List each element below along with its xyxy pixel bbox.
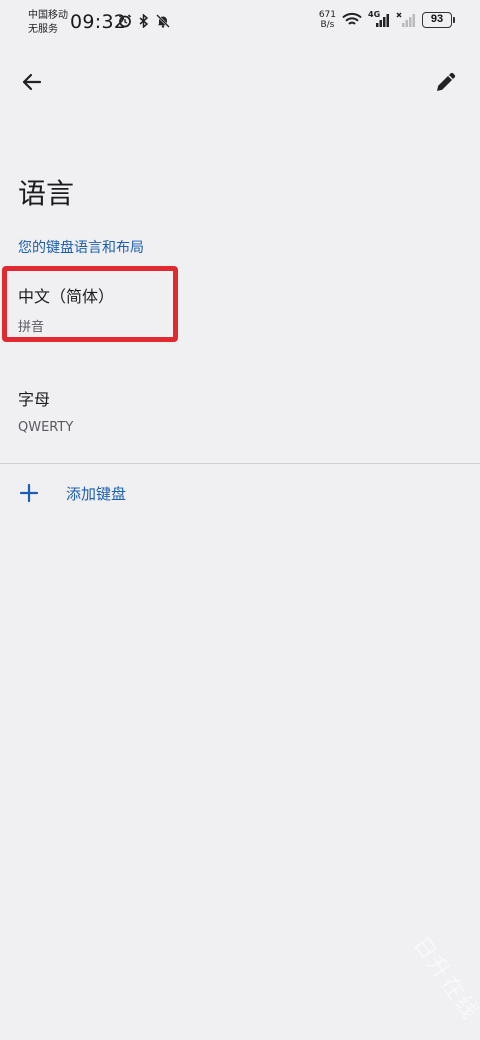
- add-keyboard-button[interactable]: 添加键盘: [0, 470, 480, 516]
- carrier-info: 中国移动 无服务: [28, 9, 68, 37]
- status-icons-left: [118, 14, 170, 28]
- carrier-service-status: 无服务: [28, 24, 58, 35]
- wifi-icon: [342, 12, 362, 25]
- network-speed-value: 671: [318, 10, 336, 20]
- keyboard-item-chinese[interactable]: 中文（简体） 拼音: [0, 268, 480, 354]
- no-signal-icon: [396, 12, 415, 27]
- watermark: 日升在线: [407, 932, 480, 1026]
- network-type-label: 4G: [368, 10, 381, 19]
- divider: [0, 463, 480, 464]
- pencil-icon: [437, 72, 456, 91]
- carrier-name: 中国移动: [28, 10, 68, 21]
- plus-icon: [19, 483, 39, 503]
- bell-off-icon: [156, 14, 170, 28]
- bluetooth-icon: [139, 14, 149, 28]
- battery-indicator: 93: [422, 12, 455, 28]
- network-speed-unit: B/s: [320, 20, 335, 30]
- back-button[interactable]: [16, 66, 48, 98]
- keyboard-item-subtitle: 拼音: [18, 320, 45, 335]
- alarm-icon: [118, 14, 132, 28]
- keyboard-item-title: 中文（简体）: [18, 287, 115, 306]
- edit-button[interactable]: [430, 66, 462, 98]
- status-icons-right: 671 B/s 4G 93: [319, 10, 455, 30]
- network-speed: 671 B/s: [319, 10, 336, 30]
- language-settings-screen: 中国移动 无服务 09:32 671 B/s 4G 93 语言 您的键盘语言和布…: [0, 0, 480, 1040]
- section-header: 您的键盘语言和布局: [18, 240, 144, 256]
- keyboard-item-subtitle: QWERTY: [18, 420, 74, 435]
- arrow-back-icon: [22, 73, 42, 91]
- keyboard-item-title: 字母: [18, 390, 51, 409]
- add-keyboard-label: 添加键盘: [66, 485, 127, 503]
- status-bar: 中国移动 无服务 09:32 671 B/s 4G 93: [0, 0, 480, 44]
- cellular-signal-1: 4G: [368, 10, 390, 28]
- keyboard-item-alphabet[interactable]: 字母 QWERTY: [0, 372, 480, 458]
- page-title: 语言: [18, 177, 75, 210]
